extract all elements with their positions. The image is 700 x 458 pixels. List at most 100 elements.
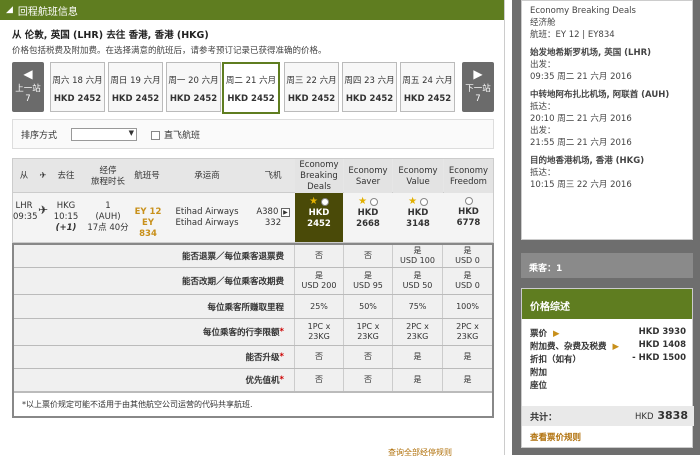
detail-value: 否 bbox=[343, 346, 392, 368]
header-value: Economy Value bbox=[393, 159, 443, 194]
price-amount: HKD 1408 bbox=[638, 340, 686, 350]
detail-value: 25% bbox=[294, 295, 343, 318]
detail-value: 是 USD 50 bbox=[392, 268, 442, 294]
flight-row[interactable]: LHR 09:35 ✈ HKG 10:15 (+1) 1 (AUH) 17点 40分 EY… bbox=[12, 193, 494, 243]
price-row[interactable]: 附加费、杂费及税费 ▶ HKD 1408 bbox=[522, 340, 692, 353]
price-row: 折扣（如有） - HKD 1500 bbox=[522, 353, 692, 366]
fare-value-cell[interactable]: ★ HKD 3148 bbox=[393, 196, 443, 230]
duration-cell: 1 (AUH) 17点 40分 bbox=[83, 201, 133, 234]
price-amount: - HKD 1500 bbox=[632, 353, 686, 363]
detail-value: 否 bbox=[294, 245, 343, 267]
detail-value: 否 bbox=[294, 346, 343, 368]
detail-value: 100% bbox=[442, 295, 492, 318]
date-price: HKD 2452 bbox=[227, 94, 275, 104]
detail-row: 优先值机 * 否 否 是 是 bbox=[14, 369, 492, 392]
fare-radio-freedom[interactable] bbox=[464, 196, 473, 205]
date-tab-5[interactable]: 周四 23 六月 HKD 2452 bbox=[342, 62, 397, 112]
fare-radio-breaking[interactable] bbox=[320, 197, 329, 206]
detail-label-text: 每位乘客的行李限额 bbox=[203, 328, 280, 338]
detail-value: 1PC x 23KG bbox=[294, 319, 343, 345]
star-icon: ★ bbox=[408, 196, 418, 207]
date-price: HKD 2452 bbox=[111, 94, 160, 104]
section-header[interactable]: ◢ 回程航班信息 bbox=[0, 0, 504, 20]
direct-flight-checkbox[interactable] bbox=[151, 130, 161, 140]
star-icon: ★ bbox=[358, 196, 368, 207]
arr-time: 20:10 周二 21 六月 2016 bbox=[530, 114, 632, 124]
fare-radio-value[interactable] bbox=[419, 197, 428, 206]
expand-arrow-icon[interactable]: ▶ bbox=[553, 329, 560, 339]
date-tab-0[interactable]: 周六 18 六月 HKD 2452 bbox=[50, 62, 105, 112]
passenger-count: 乘客：1 bbox=[521, 253, 693, 278]
total-label: 共计： bbox=[530, 413, 558, 423]
fare-name: Economy Breaking Deals bbox=[530, 6, 636, 16]
plane-icon: ✈ bbox=[39, 171, 47, 181]
date-price: HKD 2452 bbox=[403, 94, 452, 104]
fare-saver-cell[interactable]: ★ HKD 2668 bbox=[344, 196, 392, 230]
dep2-label: 出发： bbox=[530, 126, 556, 136]
header-to: 去往 bbox=[57, 171, 75, 181]
detail-label-text: 每位乘客所赚取里程 bbox=[207, 302, 284, 313]
direct-flight-option[interactable]: 直飞航班 bbox=[151, 128, 200, 141]
header-aircraft: 飞机 bbox=[264, 171, 282, 181]
fare-freedom-cell[interactable]: HKD 6778 bbox=[444, 196, 493, 229]
section-title: 回程航班信息 bbox=[17, 6, 78, 18]
detail-label: 每位乘客所赚取里程 bbox=[14, 295, 292, 318]
route-info: 从 伦敦, 英国 (LHR) 去往 香港, 香港 (HKG) 价格包括税费及附加… bbox=[0, 20, 504, 56]
fare-price: HKD 2668 bbox=[356, 208, 380, 229]
flight-number-2[interactable]: EY 834 bbox=[133, 218, 163, 240]
header-saver: Economy Saver bbox=[344, 159, 392, 194]
price-label: 折扣（如有） bbox=[530, 355, 582, 365]
flight-number-1[interactable]: EY 12 bbox=[133, 207, 163, 218]
expand-arrow-icon[interactable]: ▶ bbox=[613, 342, 620, 352]
date-tab-4[interactable]: 周三 22 六月 HKD 2452 bbox=[284, 62, 339, 112]
fare-price: HKD 6778 bbox=[456, 207, 481, 228]
fare-breaking-cell[interactable]: ★ HKD 2452 bbox=[295, 193, 343, 242]
prev-stop-button[interactable]: ◀ 上一站 7 bbox=[12, 62, 44, 112]
fare-rules-link[interactable]: 查看票价规则 bbox=[530, 431, 581, 443]
detail-value: 否 bbox=[294, 369, 343, 391]
next-stop-count: 7 bbox=[475, 94, 481, 104]
header-breaking-deals: Economy Breaking Deals bbox=[295, 159, 343, 194]
codeshare-note: *以上票价规定可能不适用于由其他航空公司运营的代码共享航班. bbox=[14, 392, 492, 416]
detail-row: 能否升级 * 否 否 是 是 bbox=[14, 346, 492, 369]
aircraft-1: A380 bbox=[256, 207, 279, 217]
right-arrow-icon: ▶ bbox=[473, 67, 483, 81]
date-price: HKD 2452 bbox=[287, 94, 336, 104]
date-tab-2[interactable]: 周一 20 六月 HKD 2452 bbox=[166, 62, 221, 112]
dep2-time: 21:55 周二 21 六月 2016 bbox=[530, 138, 632, 148]
sort-select[interactable]: ▼ bbox=[71, 127, 138, 141]
to-code: HKG bbox=[56, 201, 76, 211]
date-tab-3-selected[interactable]: 周二 21 六月 HKD 2452 bbox=[222, 62, 280, 114]
required-mark: * bbox=[279, 375, 284, 385]
flightno-cell[interactable]: EY 12 EY 834 bbox=[133, 207, 163, 240]
carrier-2: Etihad Airways bbox=[175, 218, 239, 228]
detail-row: 每位乘客的行李限额 * 1PC x 23KG 1PC x 23KG 2PC x 2… bbox=[14, 319, 492, 346]
destination: 目的地香港机场, 香港 (HKG) bbox=[530, 156, 645, 166]
next-stop-button[interactable]: ▶ 下一站 7 bbox=[462, 62, 494, 112]
detail-value: 是 bbox=[392, 346, 442, 368]
header-from: 从 bbox=[19, 171, 29, 181]
price-row[interactable]: 票价 ▶ HKD 3930 bbox=[522, 327, 692, 340]
date-tab-6[interactable]: 周五 24 六月 HKD 2452 bbox=[400, 62, 455, 112]
fare-radio-saver[interactable] bbox=[369, 197, 378, 206]
price-label: 附加费、杂费及税费 bbox=[530, 342, 607, 352]
return-flight-panel: ◢ 回程航班信息 从 伦敦, 英国 (LHR) 去往 香港, 香港 (HKG) … bbox=[0, 0, 505, 458]
to-cell: HKG 10:15 (+1) bbox=[51, 201, 81, 234]
price-label: 附加 bbox=[530, 368, 548, 378]
booking-sidebar: Economy Breaking Deals 经济舱 航班：EY 12 | EY… bbox=[512, 0, 700, 455]
date-tab-1[interactable]: 周日 19 六月 HKD 2452 bbox=[108, 62, 163, 112]
detail-row: 能否改期／每位乘客改期费 是 USD 200 是 USD 95 是 USD 50… bbox=[14, 268, 492, 295]
price-label: 票价 bbox=[530, 329, 548, 339]
aircraft-cell: A380 ▶ 332 bbox=[251, 207, 295, 229]
fare-details: 能否退票／每位乘客退票费 否 否 是 USD 100 是 USD 0 能否改期／… bbox=[12, 243, 494, 418]
arr2-time: 10:15 周三 22 六月 2016 bbox=[530, 180, 632, 190]
price-summary-title: 价格综述 bbox=[522, 289, 692, 319]
detail-value: 否 bbox=[343, 245, 392, 267]
aircraft-info-icon[interactable]: ▶ bbox=[281, 208, 290, 217]
detail-label-text: 优先值机 bbox=[245, 376, 280, 386]
star-icon: ★ bbox=[309, 196, 319, 207]
stop-rules-link[interactable]: 查询全部经停规则 bbox=[388, 447, 452, 458]
aircraft-2: 332 bbox=[264, 218, 282, 228]
date-label: 周二 21 六月 bbox=[225, 76, 277, 86]
total-value: 3838 bbox=[657, 409, 688, 422]
